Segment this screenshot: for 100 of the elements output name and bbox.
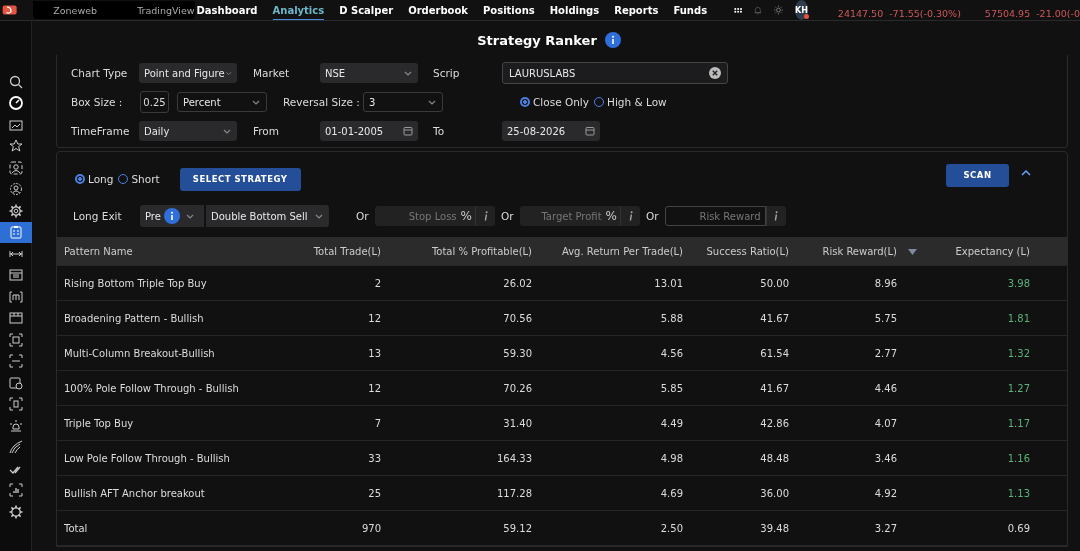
column-header[interactable]: Avg. Return Per Trade(L) — [540, 245, 691, 257]
table-cell-text: 41.67 — [759, 382, 790, 394]
table-cell-text: 59.30 — [502, 347, 533, 359]
nav-tab[interactable]: Holdings — [549, 5, 600, 20]
table-cell-text: 41.67 — [759, 312, 790, 324]
column-header[interactable]: Total Trade(L) — [292, 245, 389, 257]
radio-label: High & Low — [607, 96, 667, 108]
nav-tab[interactable]: Dashboard — [196, 5, 258, 20]
table-cell-text: 8.96 — [873, 277, 898, 289]
field-label: Scrip — [433, 67, 461, 79]
table-cell-text: 36.00 — [759, 487, 790, 499]
column-header[interactable]: Pattern Name — [57, 245, 292, 257]
table-cell-text: 3.27 — [873, 522, 898, 534]
table-cell-text: 1.32 — [1006, 347, 1031, 359]
table-cell-text: 4.98 — [659, 452, 684, 464]
or-label: Or — [356, 210, 369, 222]
date-field[interactable]: 01-01-2005 — [320, 121, 418, 141]
table-cell-text: 164.33 — [496, 452, 533, 464]
nav-tab[interactable]: Positions — [483, 5, 535, 20]
nav-tab[interactable]: D Scalper — [339, 5, 394, 20]
table-cell-text: 117.28 — [496, 487, 533, 499]
date-field[interactable]: 25-08-2026 — [502, 121, 600, 141]
table-cell-text: 12 — [367, 382, 382, 394]
dropdown[interactable]: Double Bottom Sell — [206, 205, 329, 227]
table-cell-text: 13.01 — [653, 277, 684, 289]
nav-tab[interactable]: Reports — [614, 5, 659, 20]
table-cell-text: 25 — [367, 487, 382, 499]
table-cell-text: 1.13 — [1006, 487, 1031, 499]
nav-tab[interactable]: Analytics — [272, 5, 325, 20]
quick-link[interactable]: TradingView — [137, 4, 195, 16]
dropdown[interactable]: Daily — [139, 121, 237, 141]
scan-button[interactable]: SCAN — [946, 163, 1009, 187]
table-cell-text: Total — [63, 522, 89, 534]
dropdown[interactable]: Percent — [177, 92, 267, 112]
table-cell-text: 4.56 — [659, 347, 684, 359]
table-cell-text: 4.07 — [873, 417, 898, 429]
table-cell-text: 1.16 — [1006, 452, 1031, 464]
nav-tab[interactable]: Orderbook — [408, 5, 468, 20]
avatar-initials: KH — [794, 5, 808, 15]
table-cell-text: 4.92 — [873, 487, 898, 499]
avatar[interactable]: KH — [794, 0, 808, 20]
page-title: Strategy Ranker — [477, 32, 597, 48]
field-label: Long Exit — [73, 210, 123, 222]
table-cell-text: 4.46 — [873, 382, 898, 394]
quick-link[interactable]: Zoneweb — [53, 4, 98, 16]
table-cell-text: Multi-Column Breakout-Bullish — [63, 347, 216, 359]
radio-label: Short — [131, 173, 160, 185]
radio-label: Close Only — [533, 96, 589, 108]
table-cell-text: 48.48 — [759, 452, 790, 464]
table-cell-text: 33 — [367, 452, 382, 464]
table-cell-text: 2 — [373, 277, 382, 289]
search-field[interactable]: LAURUSLABS — [502, 62, 728, 84]
input-field[interactable]: Stop Loss — [374, 206, 461, 226]
table-cell-text: 3.46 — [873, 452, 898, 464]
ticker-change: -71.55(-0.30%) — [889, 7, 961, 19]
table-cell-text: 61.54 — [759, 347, 790, 359]
table-cell-text: 39.48 — [759, 522, 790, 534]
table-cell-text: 3.98 — [1006, 277, 1031, 289]
field-label: From — [253, 125, 280, 137]
input-field[interactable]: Risk Reward — [664, 206, 766, 226]
dropdown[interactable]: 3 — [363, 92, 443, 112]
table-cell-text: Low Pole Follow Through - Bullish — [63, 452, 231, 464]
column-header[interactable]: Expectancy (L) — [921, 245, 1067, 257]
table-cell-text: 1.17 — [1006, 417, 1031, 429]
table-cell-text: 970 — [360, 522, 382, 534]
table-cell-text: 26.02 — [502, 277, 533, 289]
table-cell-text: 42.86 — [759, 417, 790, 429]
table-cell-text: Broadening Pattern - Bullish — [63, 312, 205, 324]
or-label: Or — [646, 210, 659, 222]
ticker-change: -21.00(-0 — [1036, 7, 1080, 19]
table-cell-text: 7 — [373, 417, 382, 429]
field-label: Reversal Size : — [283, 96, 361, 108]
table-cell-text: 5.75 — [873, 312, 898, 324]
table-cell-text: 70.56 — [502, 312, 533, 324]
table-cell-text: Triple Top Buy — [63, 417, 135, 429]
table-cell-text: 59.12 — [502, 522, 533, 534]
table-cell-text: 13 — [367, 347, 382, 359]
ticker-price: 24147.50 — [837, 7, 884, 19]
column-header[interactable]: Risk Reward(L) — [797, 245, 921, 257]
table-cell-text: 4.69 — [659, 487, 684, 499]
select-strategy-button[interactable]: SELECT STRATEGY — [179, 167, 301, 191]
table-cell-text: 0.69 — [1006, 522, 1031, 534]
field-label: Chart Type — [71, 67, 129, 79]
field-label: Box Size : — [71, 96, 124, 108]
column-header[interactable]: Total % Profitable(L) — [389, 245, 540, 257]
nav-tab[interactable]: Funds — [673, 5, 708, 20]
dropdown[interactable]: Point and Figure — [139, 63, 237, 83]
dropdown[interactable]: Pre — [140, 205, 204, 227]
input-field[interactable]: Target Profit — [519, 206, 606, 226]
field-label: TimeFrame — [71, 125, 131, 137]
dropdown[interactable]: NSE — [320, 63, 418, 83]
field-label: Market — [253, 67, 291, 79]
column-header[interactable]: Success Ratio(L) — [691, 245, 797, 257]
table-cell-text: 2.50 — [659, 522, 684, 534]
table-cell-text: 5.85 — [659, 382, 684, 394]
table-cell-text: 2.77 — [873, 347, 898, 359]
input-field[interactable]: 0.25 — [140, 91, 169, 113]
table-cell-text: 12 — [367, 312, 382, 324]
table-cell-text: 50.00 — [759, 277, 790, 289]
table-cell-text: 5.88 — [659, 312, 684, 324]
